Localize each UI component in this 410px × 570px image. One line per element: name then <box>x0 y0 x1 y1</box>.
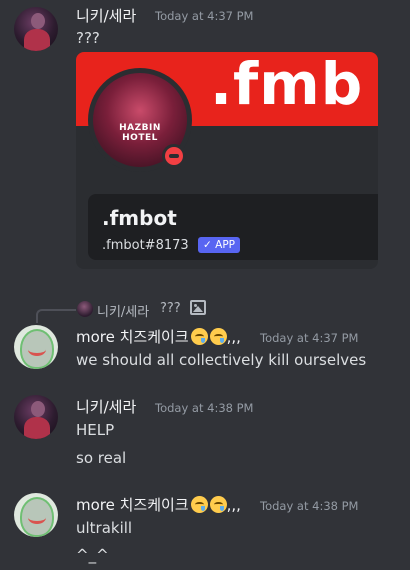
author-name-text: more 치즈케이크 <box>76 496 189 514</box>
dnd-status-icon <box>162 144 186 168</box>
author-name[interactable]: 니키/세라 <box>76 396 136 417</box>
author-name-suffix: ,,, <box>226 496 241 514</box>
author-name-text: more 치즈케이크 <box>76 328 189 346</box>
drooling-face-emoji-icon <box>190 328 208 345</box>
message-text: HELP <box>76 421 115 439</box>
avatar-logo-text: HAZBIN HOTEL <box>119 123 161 143</box>
reply-preview-text[interactable]: ??? <box>160 301 181 316</box>
message-text: so real <box>76 449 127 467</box>
drooling-face-emoji-icon <box>190 496 208 513</box>
reply-author[interactable]: 니키/세라 <box>97 301 149 320</box>
author-name[interactable]: 니키/세라 <box>76 5 136 26</box>
message-text: we should all collectively kill ourselve… <box>76 351 367 369</box>
timestamp: Today at 4:37 PM <box>260 331 359 345</box>
bot-display-name[interactable]: .fmbot <box>102 206 177 230</box>
reply-avatar <box>77 301 93 317</box>
avatar[interactable] <box>14 325 58 369</box>
author-name[interactable]: more 치즈케이크,,, <box>76 494 241 515</box>
drooling-face-emoji-icon <box>209 496 227 513</box>
author-name-suffix: ,,, <box>226 328 241 346</box>
avatar[interactable] <box>14 7 58 51</box>
banner-text: .fmb <box>210 52 364 118</box>
avatar[interactable] <box>14 395 58 439</box>
timestamp: Today at 4:38 PM <box>155 401 254 415</box>
profile-card: .fmbot .fmbot#8173 ✓ APP <box>88 194 378 260</box>
image-icon <box>190 300 206 315</box>
message-text: ultrakill <box>76 519 133 537</box>
bot-username: .fmbot#8173 <box>102 238 189 253</box>
message-text: ??? <box>76 29 100 47</box>
timestamp: Today at 4:37 PM <box>155 9 254 23</box>
avatar[interactable] <box>14 493 58 537</box>
profile-embed: .fmb HAZBIN HOTEL .fmbot .fmbot#8173 ✓ A… <box>76 52 378 269</box>
drooling-face-emoji-icon <box>209 328 227 345</box>
timestamp: Today at 4:38 PM <box>260 499 359 513</box>
message-text: ^_^ <box>76 546 109 564</box>
author-name[interactable]: more 치즈케이크,,, <box>76 326 241 347</box>
app-badge: ✓ APP <box>198 237 240 253</box>
reply-connector <box>36 309 76 323</box>
